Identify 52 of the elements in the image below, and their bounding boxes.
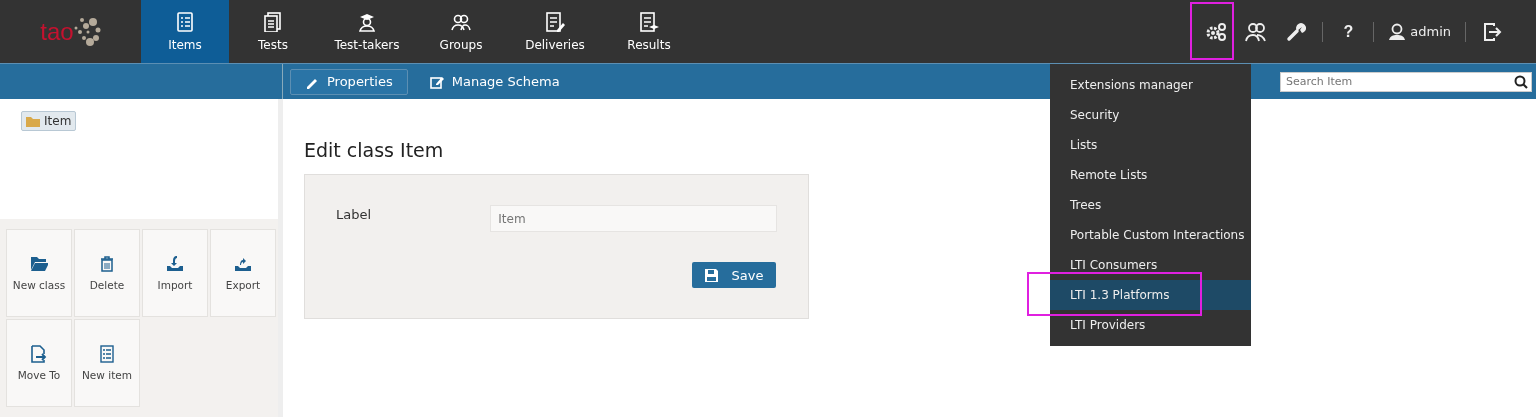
- menu-item[interactable]: LTI Providers: [1050, 310, 1251, 340]
- nav-tab[interactable]: Results: [605, 0, 693, 63]
- list-icon: [98, 345, 116, 363]
- menu-item[interactable]: Security: [1050, 100, 1251, 130]
- action-button[interactable]: Import: [142, 229, 208, 317]
- settings-icon: [1205, 21, 1228, 42]
- checklist-cap-icon: [639, 11, 659, 32]
- search-field[interactable]: Search Item: [1280, 71, 1532, 92]
- list-icon: [175, 11, 195, 32]
- search-icon: [1514, 74, 1528, 89]
- tray-arrow-out-icon: [234, 255, 252, 273]
- tree-node[interactable]: Item: [21, 111, 77, 131]
- trash-icon: [98, 255, 116, 273]
- toolbar-tab[interactable]: Manage Schema: [414, 68, 575, 95]
- logo-dots-icon: [73, 17, 101, 46]
- action-button[interactable]: New class: [6, 229, 72, 317]
- help-button[interactable]: ?: [1329, 22, 1368, 41]
- menu-item[interactable]: Remote Lists: [1050, 160, 1251, 190]
- nav-tab[interactable]: Tests: [229, 0, 317, 63]
- graduate-icon: [357, 11, 377, 32]
- document-arrow-icon: [30, 345, 48, 363]
- stacked-pages-icon: [263, 11, 283, 32]
- form-title: Edit class Item: [304, 139, 444, 161]
- menu-item[interactable]: Extensions manager: [1050, 70, 1251, 100]
- field-label: Label: [336, 206, 373, 222]
- nav-tab[interactable]: Test-takers: [317, 0, 417, 63]
- action-button[interactable]: Move To: [6, 319, 72, 407]
- menu-item[interactable]: LTI 1.3 Platforms: [1050, 280, 1251, 310]
- menu-item[interactable]: Trees: [1050, 190, 1251, 220]
- edit-icon: [429, 74, 444, 89]
- menu-item[interactable]: LTI Consumers: [1050, 250, 1251, 280]
- nav-tab[interactable]: Groups: [417, 0, 505, 63]
- action-button[interactable]: Export: [210, 229, 276, 317]
- wrench-icon: [1286, 21, 1307, 42]
- tray-arrow-in-icon: [166, 255, 184, 273]
- save-button[interactable]: Save: [692, 262, 776, 288]
- logo-text: tao: [40, 17, 74, 46]
- user-menu[interactable]: admin: [1380, 22, 1459, 41]
- users-icon: [1245, 21, 1268, 42]
- logout-icon: [1482, 21, 1502, 42]
- menu-item[interactable]: Lists: [1050, 130, 1251, 160]
- action-button[interactable]: New item: [74, 319, 140, 407]
- user-icon: [1388, 22, 1407, 41]
- toolbar-tab[interactable]: Properties: [290, 68, 408, 95]
- action-button[interactable]: Delete: [74, 229, 140, 317]
- label-field[interactable]: Item: [490, 205, 777, 232]
- menu-item[interactable]: Portable Custom Interactions: [1050, 220, 1251, 250]
- folder-icon: [26, 115, 40, 127]
- folder-open-icon: [30, 255, 48, 273]
- nav-tab[interactable]: Items: [141, 0, 229, 63]
- checklist-pencil-icon: [545, 11, 565, 32]
- nav-tab[interactable]: Deliveries: [505, 0, 605, 63]
